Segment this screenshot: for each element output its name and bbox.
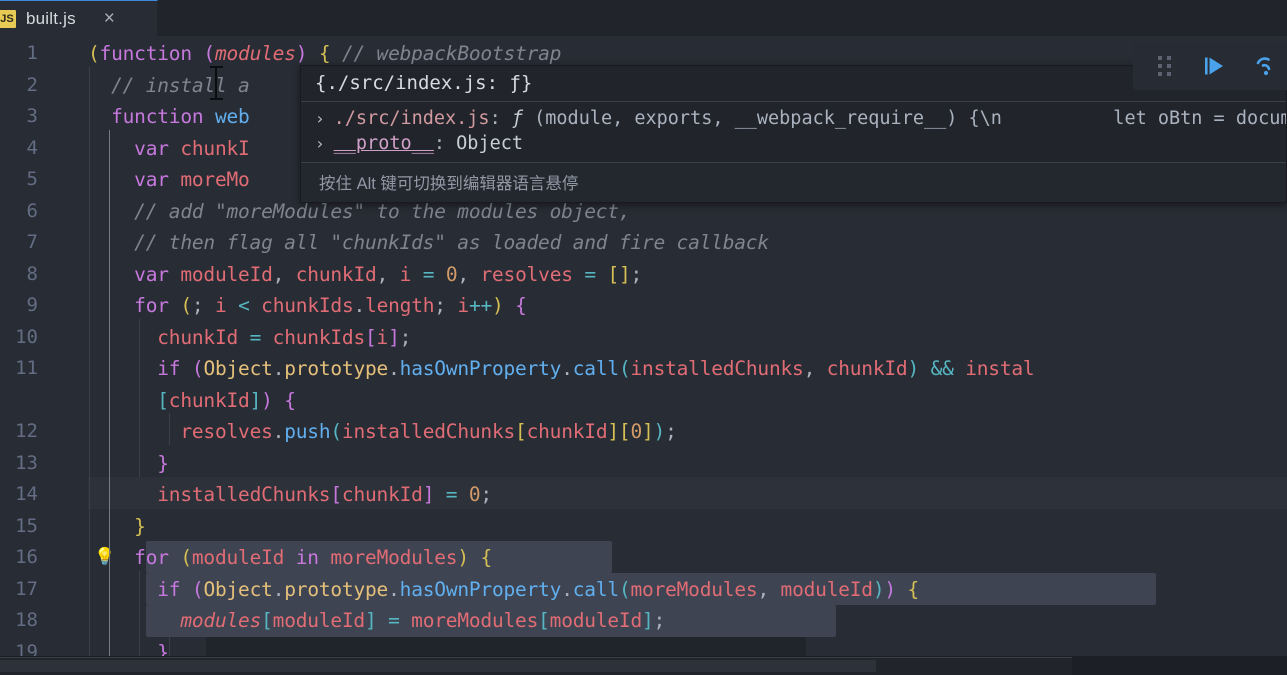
tab-built-js[interactable]: JS built.js × bbox=[0, 0, 158, 36]
property-name: __proto__ bbox=[334, 133, 434, 154]
line-number: 17 bbox=[0, 574, 38, 606]
line-number: 5 bbox=[0, 164, 38, 196]
line-number: 7 bbox=[0, 227, 38, 259]
editor-tab-bar: JS built.js × bbox=[0, 0, 1287, 36]
code-line: for (moduleId in moreModules) { bbox=[88, 542, 492, 574]
code-line: resolves.push(installedChunks[chunkId][0… bbox=[88, 416, 677, 448]
line-number: 1 bbox=[0, 38, 38, 70]
code-line: chunkId = chunkIds[i]; bbox=[88, 322, 411, 354]
code-line: var moduleId, chunkId, i = 0, resolves =… bbox=[88, 259, 642, 291]
line-number: 8 bbox=[0, 259, 38, 291]
code-line: if (Object.prototype.hasOwnProperty.call… bbox=[88, 574, 919, 606]
text-cursor-ibeam bbox=[210, 66, 223, 100]
chevron-right-icon[interactable]: › bbox=[315, 134, 325, 153]
chevron-right-icon[interactable]: › bbox=[315, 109, 325, 128]
code-line: } bbox=[88, 637, 169, 658]
property-colon: : bbox=[434, 133, 456, 154]
property-colon: : bbox=[490, 108, 512, 129]
hover-property-row[interactable]: › ./src/index.js : ƒ (module, exports, _… bbox=[301, 106, 1286, 131]
line-number: 9 bbox=[0, 290, 38, 322]
scrollbar-corner bbox=[1072, 657, 1287, 675]
line-number: 19 bbox=[0, 637, 38, 658]
tab-bar-empty-area bbox=[158, 0, 1287, 36]
line-number: 18 bbox=[0, 605, 38, 637]
code-line: installedChunks[chunkId] = 0; bbox=[88, 479, 492, 511]
editor-gutter: 1 2 3 4 5 6 7 8 9 10 11 12 13 14 15 16 1… bbox=[0, 36, 88, 657]
line-number: 10 bbox=[0, 322, 38, 354]
hover-property-row[interactable]: › __proto__ : Object bbox=[301, 131, 1286, 156]
code-line: modules[moduleId] = moreModules[moduleId… bbox=[88, 605, 665, 637]
code-line: function web bbox=[88, 101, 250, 133]
line-number: 4 bbox=[0, 133, 38, 165]
code-line: } bbox=[88, 448, 169, 480]
hover-tooltip-footer: 按住 Alt 键可切换到编辑器语言悬停 bbox=[301, 162, 1286, 202]
line-number: 2 bbox=[0, 70, 38, 102]
property-value: Object bbox=[456, 133, 523, 154]
code-line: // then flag all "chunkIds" as loaded an… bbox=[88, 227, 769, 259]
line-number: 16 bbox=[0, 542, 38, 574]
line-number: 14 bbox=[0, 479, 38, 511]
horizontal-scrollbar-thumb[interactable] bbox=[0, 660, 876, 672]
line-number: 13 bbox=[0, 448, 38, 480]
code-line: if (Object.prototype.hasOwnProperty.call… bbox=[88, 353, 1034, 385]
code-line: // install a bbox=[88, 70, 250, 102]
help-icon[interactable] bbox=[1249, 51, 1279, 81]
code-line: var chunkI bbox=[88, 133, 250, 165]
javascript-file-icon: JS bbox=[0, 10, 16, 28]
code-line: [chunkId]) { bbox=[88, 385, 296, 417]
line-number: 3 bbox=[0, 101, 38, 133]
code-line: var moreMo bbox=[88, 164, 250, 196]
code-line: } bbox=[88, 511, 146, 543]
property-name: ./src/index.js bbox=[334, 108, 490, 129]
hover-tooltip-body: › ./src/index.js : ƒ (module, exports, _… bbox=[301, 102, 1286, 162]
close-icon[interactable]: × bbox=[104, 9, 115, 28]
line-number: 6 bbox=[0, 196, 38, 228]
vscode-editor-window: JS built.js × 1 2 3 4 5 6 7 8 9 10 11 12… bbox=[0, 0, 1287, 675]
line-number: 15 bbox=[0, 511, 38, 543]
code-line: for (; i < chunkIds.length; i++) { bbox=[88, 290, 527, 322]
drag-handle-icon[interactable] bbox=[1149, 51, 1179, 81]
property-value: (module, exports, __webpack_require__) {… bbox=[523, 108, 1286, 129]
property-fn-marker: ƒ bbox=[512, 108, 523, 129]
debug-floating-toolbar[interactable] bbox=[1133, 42, 1287, 90]
run-continue-icon[interactable] bbox=[1199, 51, 1229, 81]
tab-label: built.js bbox=[26, 9, 76, 29]
line-number: 12 bbox=[0, 416, 38, 448]
line-number: 11 bbox=[0, 353, 38, 385]
code-fold-shadow bbox=[206, 637, 806, 657]
